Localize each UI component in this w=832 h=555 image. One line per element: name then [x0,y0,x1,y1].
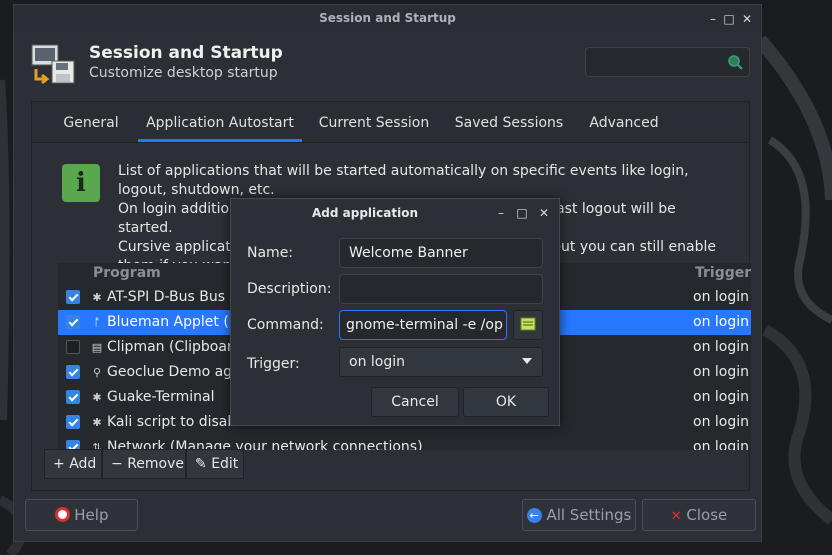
table-row[interactable]: ⇅ Network (Manage your network connectio… [58,435,751,450]
clipboard-icon: ▤ [91,341,103,354]
enabled-checkbox[interactable] [66,290,80,304]
command-label: Command: [247,317,324,333]
minimize-icon[interactable]: – [705,11,721,27]
help-label: Help [74,506,109,524]
trigger-value: on login [349,354,405,370]
name-label: Name: [247,245,294,261]
trigger-dropdown[interactable]: on login [339,347,543,377]
dialog-maximize-icon[interactable]: □ [514,205,530,221]
enabled-checkbox[interactable] [66,365,80,379]
dropdown-arrow-icon [522,358,532,364]
name-field[interactable]: Welcome Banner [339,238,543,268]
window-title: Session and Startup [319,11,456,25]
close-button[interactable]: ✕ Close [642,499,756,531]
file-browse-icon [520,317,536,331]
app-icon: ✱ [92,416,102,429]
app-icon: ✱ [92,291,102,304]
location-icon: ⚲ [92,366,102,379]
add-application-dialog: Add application – □ ✕ Name: Welcome Bann… [230,198,560,426]
column-header-program[interactable]: Program [93,265,161,281]
window-titlebar[interactable]: Session and Startup – □ ✕ [14,5,761,32]
dialog-title: Add application [312,206,418,220]
program-trigger: on login [693,314,749,330]
program-trigger: on login [693,439,749,450]
search-icon [728,55,743,70]
command-field[interactable]: gnome-terminal -e /op [339,310,507,340]
trigger-label: Trigger: [247,356,300,372]
help-button[interactable]: Help [25,499,138,531]
minus-icon: − [111,456,123,472]
program-trigger: on login [693,289,749,305]
program-trigger: on login [693,389,749,405]
info-line: List of applications that will be starte… [118,163,689,198]
info-icon: i [62,164,100,202]
program-name: Guake-Terminal [107,389,215,405]
program-trigger: on login [693,339,749,355]
cancel-button[interactable]: Cancel [371,387,459,417]
plus-icon: + [53,456,65,472]
tab-advanced[interactable]: Advanced [584,102,664,142]
ok-button[interactable]: OK [463,387,549,417]
tab-bar: General Application Autostart Current Se… [32,102,749,143]
tab-saved-sessions[interactable]: Saved Sessions [450,102,568,142]
edit-label: Edit [211,456,239,472]
description-field[interactable] [339,274,543,304]
bluetooth-icon: ᚩ [93,316,101,329]
maximize-icon[interactable]: □ [721,11,737,27]
enabled-checkbox[interactable] [66,340,80,354]
network-icon: ⇅ [92,441,102,450]
add-button[interactable]: + Add [44,449,102,479]
enabled-checkbox[interactable] [66,390,80,404]
browse-command-button[interactable] [513,310,543,340]
edit-button[interactable]: ✎ Edit [186,449,244,479]
close-label: Close [686,506,728,524]
help-icon [54,507,70,522]
back-arrow-icon: ← [526,508,542,523]
tab-application-autostart[interactable]: Application Autostart [138,102,302,142]
app-icon: ✱ [92,391,102,404]
program-name: Network (Manage your network connections… [107,439,423,450]
remove-button[interactable]: − Remove [102,449,186,479]
header-title: Session and Startup [89,43,283,63]
close-icon[interactable]: ✕ [739,11,755,27]
pencil-icon: ✎ [195,456,207,472]
tab-general[interactable]: General [54,102,128,142]
enabled-checkbox[interactable] [66,315,80,329]
column-header-trigger[interactable]: Trigger [695,265,751,281]
all-settings-label: All Settings [546,506,632,524]
add-label: Add [69,456,97,472]
description-label: Description: [247,281,332,297]
program-name: AT-SPI D-Bus Bus [107,289,226,305]
dialog-minimize-icon[interactable]: – [493,205,509,221]
remove-label: Remove [127,456,185,472]
tab-current-session[interactable]: Current Session [314,102,434,142]
header-subtitle: Customize desktop startup [89,65,278,81]
close-x-icon: ✕ [670,509,682,524]
search-input[interactable] [585,47,750,77]
session-startup-icon [31,44,75,85]
program-trigger: on login [693,414,749,430]
program-trigger: on login [693,364,749,380]
dialog-close-icon[interactable]: ✕ [536,205,552,221]
enabled-checkbox[interactable] [66,415,80,429]
all-settings-button[interactable]: ← All Settings [522,499,636,531]
